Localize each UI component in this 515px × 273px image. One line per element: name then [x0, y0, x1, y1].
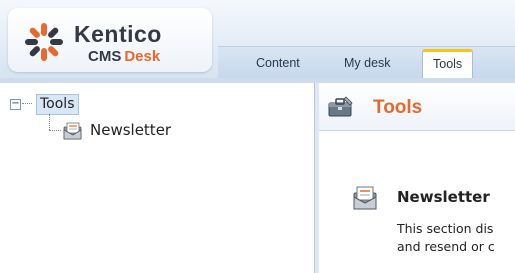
tools-tree: − Tools Newsletter — [0, 83, 314, 273]
logo-product-desk: Desk — [124, 48, 161, 65]
description-line: and resend or c — [397, 239, 495, 254]
content-pane: Tools Newsletter This section dis and re… — [319, 83, 515, 273]
tab-content[interactable]: Content — [246, 51, 310, 75]
logo-product-cms: CMS — [88, 48, 122, 65]
tab-my-desk[interactable]: My desk — [334, 51, 401, 75]
content-header: Tools — [319, 83, 515, 131]
newsletter-icon — [353, 186, 377, 210]
tree-item-tools[interactable]: Tools — [36, 94, 79, 115]
description-line: This section dis — [397, 221, 494, 236]
toolbox-icon — [328, 96, 353, 117]
tree-collapse-toggle[interactable]: − — [10, 99, 21, 110]
tree-connector — [49, 130, 61, 131]
tree-connector — [49, 114, 50, 130]
newsletter-section-link[interactable]: Newsletter — [397, 188, 490, 206]
logo-product: CMS Desk — [88, 48, 160, 65]
logo-name: Kentico — [74, 21, 162, 47]
tab-tools[interactable]: Tools — [422, 49, 474, 79]
page-title: Tools — [373, 97, 423, 118]
kentico-logo-mark-icon — [25, 23, 63, 61]
newsletter-icon — [63, 122, 82, 140]
newsletter-section-description: This section dis and resend or c — [397, 220, 515, 256]
tree-item-newsletter[interactable]: Newsletter — [90, 121, 171, 139]
main-tabs: Content My desk Tools — [218, 46, 515, 79]
kentico-logo[interactable]: Kentico CMS Desk — [8, 8, 212, 72]
app-header: Kentico CMS Desk Content My desk Tools — [0, 0, 515, 79]
tree-connector — [22, 103, 32, 104]
